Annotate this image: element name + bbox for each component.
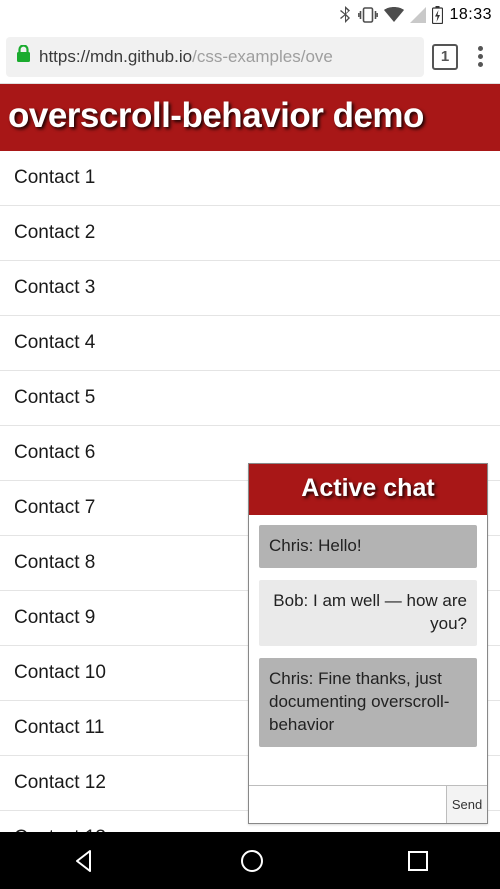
status-time: 18:33 — [449, 6, 492, 24]
back-button[interactable] — [71, 848, 97, 874]
url-host: https://mdn.github.io — [39, 47, 192, 67]
list-item[interactable]: Contact 4 — [0, 316, 500, 371]
android-status-bar: 18:33 — [0, 0, 500, 30]
browser-toolbar: https://mdn.github.io/css-examples/ove 1 — [0, 30, 500, 84]
chat-text-input[interactable] — [249, 786, 446, 823]
signal-icon — [410, 7, 426, 23]
vibrate-icon — [358, 7, 378, 23]
chat-message: Chris: Fine thanks, just documenting ove… — [259, 658, 477, 747]
lock-icon — [16, 45, 31, 68]
list-item[interactable]: Contact 2 — [0, 206, 500, 261]
list-item[interactable]: Contact 5 — [0, 371, 500, 426]
bluetooth-icon — [339, 6, 352, 24]
home-button[interactable] — [238, 847, 266, 875]
url-bar[interactable]: https://mdn.github.io/css-examples/ove — [6, 37, 424, 77]
url-path: /css-examples/ove — [192, 47, 333, 67]
chat-messages[interactable]: Chris: Hello! Bob: I am well — how are yo… — [249, 515, 487, 785]
chat-message: Chris: Hello! — [259, 525, 477, 568]
recents-button[interactable] — [407, 850, 429, 872]
chat-input-row: Send — [249, 785, 487, 823]
android-nav-bar — [0, 832, 500, 889]
browser-menu-icon[interactable] — [466, 46, 494, 67]
wifi-icon — [384, 7, 404, 23]
chat-widget: Active chat Chris: Hello! Bob: I am well … — [248, 463, 488, 824]
chat-title: Active chat — [249, 464, 487, 515]
list-item[interactable]: Contact 1 — [0, 151, 500, 206]
chat-message: Bob: I am well — how are you? — [259, 580, 477, 646]
battery-charging-icon — [432, 6, 443, 24]
page-title: overscroll-behavior demo — [0, 84, 500, 151]
tab-switcher[interactable]: 1 — [432, 44, 458, 70]
list-item[interactable]: Contact 3 — [0, 261, 500, 316]
send-button[interactable]: Send — [446, 786, 487, 823]
